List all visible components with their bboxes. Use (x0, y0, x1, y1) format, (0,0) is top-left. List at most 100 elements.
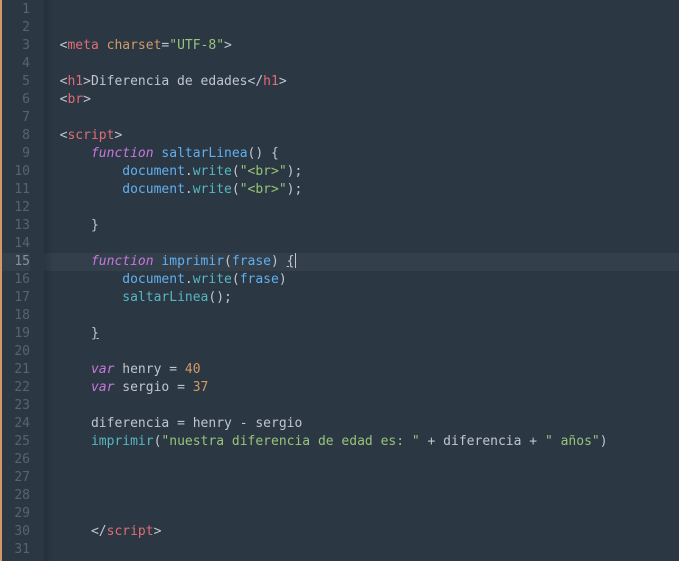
code-line[interactable]: <meta charset="UTF-8"> (44, 37, 679, 55)
code-token: > (154, 524, 162, 539)
code-token: h1 (67, 74, 83, 89)
line-number: 18 (2, 307, 30, 325)
code-token: diferencia (91, 416, 177, 431)
code-line[interactable]: document.write("<br>"); (44, 163, 679, 181)
code-token: diferencia (435, 434, 529, 449)
code-token: document (122, 182, 185, 197)
code-line[interactable]: } (44, 217, 679, 235)
code-token: ( (232, 164, 240, 179)
code-token: "nuestra diferencia de edad es: " (161, 434, 419, 449)
code-editor-area[interactable]: <meta charset="UTF-8"> <h1>Diferencia de… (44, 0, 679, 561)
code-line[interactable] (44, 55, 679, 73)
code-token: "<br>" (240, 164, 287, 179)
code-token: ( (224, 254, 232, 269)
code-line[interactable] (44, 235, 679, 253)
code-token: document (122, 272, 185, 287)
code-line[interactable]: <script> (44, 127, 679, 145)
line-number: 25 (2, 433, 30, 451)
code-line[interactable]: <br> (44, 91, 679, 109)
line-number: 22 (2, 379, 30, 397)
line-number: 28 (2, 487, 30, 505)
code-token (185, 380, 193, 395)
code-token: } (91, 326, 99, 341)
line-number: 1 (2, 1, 30, 19)
code-token: 40 (185, 362, 201, 377)
code-token: + (529, 434, 537, 449)
code-token (537, 434, 545, 449)
line-number: 30 (2, 523, 30, 541)
code-token: </ (91, 524, 107, 539)
code-token: function (91, 254, 154, 269)
code-line[interactable] (44, 541, 679, 559)
code-line[interactable] (44, 469, 679, 487)
code-token: imprimir (91, 434, 154, 449)
line-number: 8 (2, 127, 30, 145)
line-number: 9 (2, 145, 30, 163)
code-token: ) (271, 254, 287, 269)
code-token: - (240, 416, 248, 431)
code-line[interactable]: function saltarLinea() { (44, 145, 679, 163)
code-line[interactable] (44, 505, 679, 523)
line-number: 15 (2, 253, 30, 271)
code-token: function (91, 146, 154, 161)
code-token: ); (287, 164, 303, 179)
line-number: 20 (2, 343, 30, 361)
code-line[interactable]: <h1>Diferencia de edades</h1> (44, 73, 679, 91)
code-line[interactable] (44, 451, 679, 469)
code-line[interactable]: saltarLinea(); (44, 289, 679, 307)
line-number: 3 (2, 37, 30, 55)
code-token: imprimir (161, 254, 224, 269)
code-token: frase (240, 272, 279, 287)
line-number: 6 (2, 91, 30, 109)
code-token: . (185, 182, 193, 197)
code-line[interactable]: document.write("<br>"); (44, 181, 679, 199)
line-number: 16 (2, 271, 30, 289)
code-token: ( (232, 272, 240, 287)
code-token: sergio (114, 380, 177, 395)
text-cursor (295, 253, 296, 268)
code-token: } (91, 218, 99, 233)
code-token: document (122, 164, 185, 179)
code-token: " años" (545, 434, 600, 449)
code-line[interactable] (44, 19, 679, 37)
code-token: br (67, 92, 83, 107)
code-token: var (91, 380, 114, 395)
code-line[interactable]: var sergio = 37 (44, 379, 679, 397)
code-line[interactable]: diferencia = henry - sergio (44, 415, 679, 433)
line-number: 5 (2, 73, 30, 91)
code-line[interactable]: </script> (44, 523, 679, 541)
code-token: saltarLinea (161, 146, 247, 161)
line-number: 2 (2, 19, 30, 37)
code-token: meta (67, 38, 106, 53)
line-number: 10 (2, 163, 30, 181)
line-number: 4 (2, 55, 30, 73)
code-line[interactable] (44, 343, 679, 361)
code-token: write (193, 272, 232, 287)
line-number: 19 (2, 325, 30, 343)
code-token: () { (248, 146, 279, 161)
code-token: h1 (263, 74, 279, 89)
code-token: script (67, 128, 114, 143)
code-line[interactable]: function imprimir(frase) { (44, 253, 679, 271)
code-token: 37 (193, 380, 209, 395)
code-line[interactable]: document.write(frase) (44, 271, 679, 289)
code-line[interactable] (44, 199, 679, 217)
code-token: > (83, 92, 91, 107)
code-line[interactable] (44, 397, 679, 415)
code-line[interactable]: imprimir("nuestra diferencia de edad es:… (44, 433, 679, 451)
code-line[interactable] (44, 1, 679, 19)
line-number-gutter: 1234567891011121314151617181920212223242… (0, 0, 44, 561)
line-number: 27 (2, 469, 30, 487)
code-token: sergio (248, 416, 303, 431)
line-number: 13 (2, 217, 30, 235)
code-line[interactable]: var henry = 40 (44, 361, 679, 379)
code-token: = (177, 380, 185, 395)
code-token: > (279, 74, 287, 89)
line-number: 29 (2, 505, 30, 523)
code-token: charset (107, 38, 162, 53)
code-token: . (185, 164, 193, 179)
code-line[interactable]: } (44, 325, 679, 343)
code-line[interactable] (44, 109, 679, 127)
code-line[interactable] (44, 487, 679, 505)
code-line[interactable] (44, 307, 679, 325)
